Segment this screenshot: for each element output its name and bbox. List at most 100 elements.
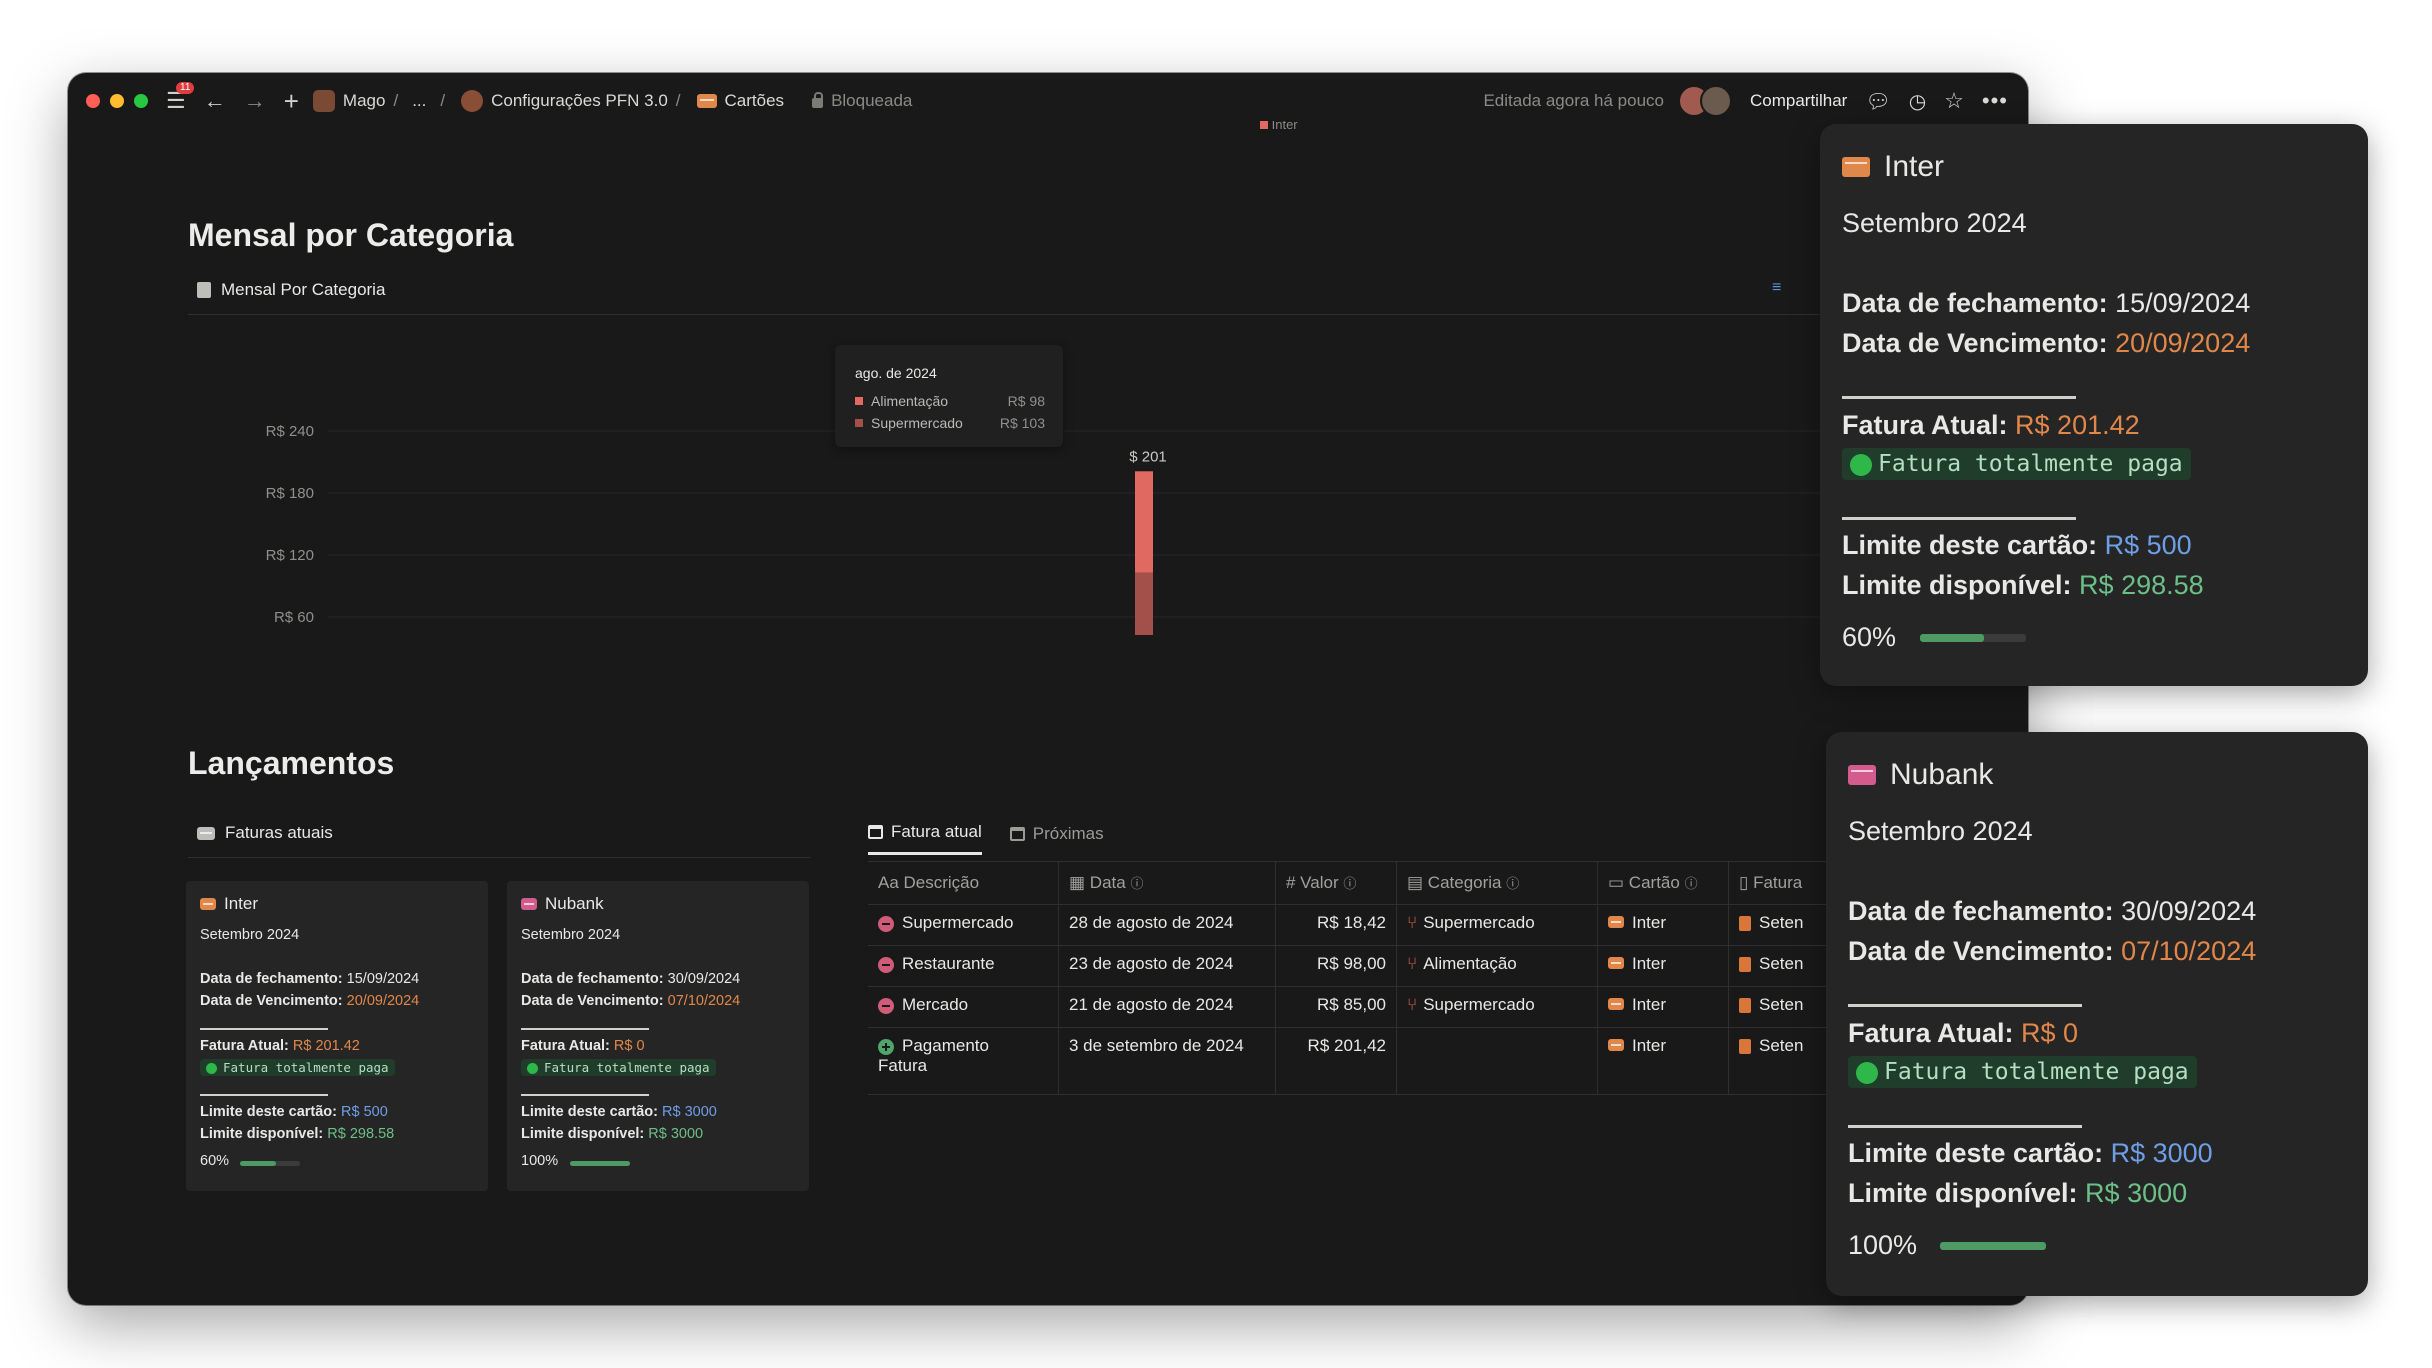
back-arrow-icon[interactable]: ← [204,90,226,112]
gallery-view-tab[interactable]: Faturas atuais [197,823,333,843]
card-popup-inter: Inter Setembro 2024 Data de fechamento: … [1820,124,2368,686]
cell-valor[interactable]: R$ 201,42 [1275,1027,1397,1095]
section-heading-lancamentos: Lançamentos [188,745,395,781]
filter-icon[interactable]: ≡ [1772,279,1781,297]
table-row[interactable]: Restaurante 23 de agosto de 2024 R$ 98,0… [868,945,1870,987]
cell-cartao[interactable]: Inter [1597,986,1729,1028]
breadcrumb-cartoes[interactable]: Cartões [725,91,785,111]
minus-circle-icon [878,956,894,973]
minimize-window-button[interactable] [110,94,124,108]
breadcrumb: Mago / ... / Configurações PFN 3.0 / Car… [312,90,912,112]
column-header-cartao[interactable]: ▭ Cartão ⓘ [1597,862,1729,905]
info-icon[interactable]: ⓘ [1506,876,1519,891]
bar-total-label: $ 201 [1129,448,1167,465]
card-closing: Data de fechamento: 15/09/2024 [200,971,420,987]
cell-cartao[interactable]: Inter [1597,1027,1729,1095]
bar-alimentação [1135,471,1153,573]
config-page-icon [461,90,484,112]
table-row[interactable]: Pagamento Fatura 3 de setembro de 2024 R$… [868,1027,1870,1095]
tab-fatura-atual[interactable]: Fatura atual [868,822,982,855]
share-button[interactable]: Compartilhar [1750,91,1847,111]
popup-month: Setembro 2024 [1842,208,2027,238]
cell-data[interactable]: 3 de setembro de 2024 [1058,1027,1276,1095]
close-window-button[interactable] [86,94,100,108]
credit-card-icon: ▭ [1608,873,1629,892]
calendar-icon: ▦ [1069,873,1090,892]
tab-label: Fatura atual [891,822,982,841]
popup-available: Limite disponível: R$ 298.58 [1842,570,2204,600]
top-bar: ☰ 11 ← → + Mago / ... / Configurações PFN… [68,73,2028,129]
info-icon[interactable]: ⓘ [1130,876,1143,891]
sidebar-menu-icon[interactable]: ☰ 11 [166,82,195,112]
card-limit: Limite deste cartão: R$ 3000 [521,1104,717,1120]
popup-available: Limite disponível: R$ 3000 [1848,1178,2188,1208]
card-percent: 60% [200,1153,230,1169]
card-invoice: Fatura Atual: R$ 0 [521,1038,645,1054]
credit-card-icon [1842,157,1870,177]
column-header-valor[interactable]: # Valor ⓘ [1275,862,1397,905]
cell-descricao[interactable]: Restaurante [868,945,1059,987]
breadcrumb-ellipsis[interactable]: ... [412,91,426,111]
card-gallery-item-inter[interactable]: Inter Setembro 2024 Data de fechamento: … [186,881,488,1191]
cell-cartao[interactable]: Inter [1597,945,1729,987]
calendar-icon [1009,826,1025,841]
column-header-categoria[interactable]: ▤ Categoria ⓘ [1396,862,1598,905]
cell-valor[interactable]: R$ 85,00 [1275,986,1397,1028]
divider [521,1028,649,1030]
card-percent: 100% [521,1153,559,1169]
tooltip-title: ago. de 2024 [855,365,937,381]
document-icon [1739,1039,1751,1055]
popup-closing: Data de fechamento: 15/09/2024 [1842,288,2251,318]
cell-categoria[interactable]: ⑂ Alimentação [1396,945,1598,987]
breadcrumb-configuracoes[interactable]: Configurações PFN 3.0 [491,91,668,111]
cell-descricao[interactable]: Pagamento Fatura [868,1027,1059,1095]
transactions-table: Aa Descrição ▦ Data ⓘ # Valor ⓘ ▤ Catego… [868,862,1870,1095]
bar-supermercado [1135,572,1153,635]
cell-descricao[interactable]: Supermercado [868,904,1059,946]
popup-invoice: Fatura Atual: R$ 0 [1848,1018,2079,1048]
chart-view-tab[interactable]: Mensal Por Categoria [197,280,385,300]
breadcrumb-mago[interactable]: Mago [343,91,386,111]
tab-proximas[interactable]: Próximas [1009,822,1104,855]
more-options-icon[interactable]: ••• [1982,88,2008,114]
card-gallery-item-nubank[interactable]: Nubank Setembro 2024 Data de fechamento:… [507,881,809,1191]
app-window: ☰ 11 ← → + Mago / ... / Configurações PFN… [68,73,2028,1305]
document-icon: ▯ [1739,873,1754,892]
cell-valor[interactable]: R$ 98,00 [1275,945,1397,987]
cell-categoria[interactable]: ⑂ Supermercado [1396,904,1598,946]
plus-circle-icon [878,1038,894,1055]
chart-tooltip: ago. de 2024 Alimentação R$ 98 Supermerc… [835,345,1063,447]
comments-icon[interactable]: 💬︎ [1865,89,1890,114]
maximize-window-button[interactable] [134,94,148,108]
avatar[interactable] [1700,85,1732,117]
cell-valor[interactable]: R$ 18,42 [1275,904,1397,946]
cell-categoria[interactable]: ⑂ Supermercado [1396,986,1598,1028]
cell-data[interactable]: 23 de agosto de 2024 [1058,945,1276,987]
section-heading-chart: Mensal por Categoria [188,217,514,253]
cell-descricao[interactable]: Mercado [868,986,1059,1028]
collaborator-avatars[interactable] [1678,85,1732,117]
popup-title: Inter [1842,150,1944,184]
table-row[interactable]: Supermercado 28 de agosto de 2024 R$ 18,… [868,904,1870,946]
page-avatar-icon [312,90,335,112]
column-header-descricao[interactable]: Aa Descrição [868,862,1059,905]
cell-data[interactable]: 28 de agosto de 2024 [1058,904,1276,946]
popup-limit: Limite deste cartão: R$ 500 [1842,530,2192,560]
divider [1848,1125,2082,1128]
cell-categoria[interactable] [1396,1027,1598,1095]
tooltip-series-name: Supermercado [871,415,963,431]
forward-arrow-icon[interactable]: → [244,90,266,112]
column-header-data[interactable]: ▦ Data ⓘ [1058,862,1276,905]
credit-card-icon [1608,1039,1624,1051]
breadcrumb-separator: / [440,91,446,110]
favorite-star-icon[interactable]: ☆ [1944,88,1964,114]
cell-data[interactable]: 21 de agosto de 2024 [1058,986,1276,1028]
new-page-plus-icon[interactable]: + [284,88,299,114]
popup-month: Setembro 2024 [1848,816,2033,846]
info-icon[interactable]: ⓘ [1685,876,1698,891]
cell-cartao[interactable]: Inter [1597,904,1729,946]
history-clock-icon[interactable]: ◷ [1909,89,1926,114]
locked-status[interactable]: Bloqueada [831,91,912,111]
table-row[interactable]: Mercado 21 de agosto de 2024 R$ 85,00 ⑂ S… [868,986,1870,1028]
info-icon[interactable]: ⓘ [1343,876,1356,891]
